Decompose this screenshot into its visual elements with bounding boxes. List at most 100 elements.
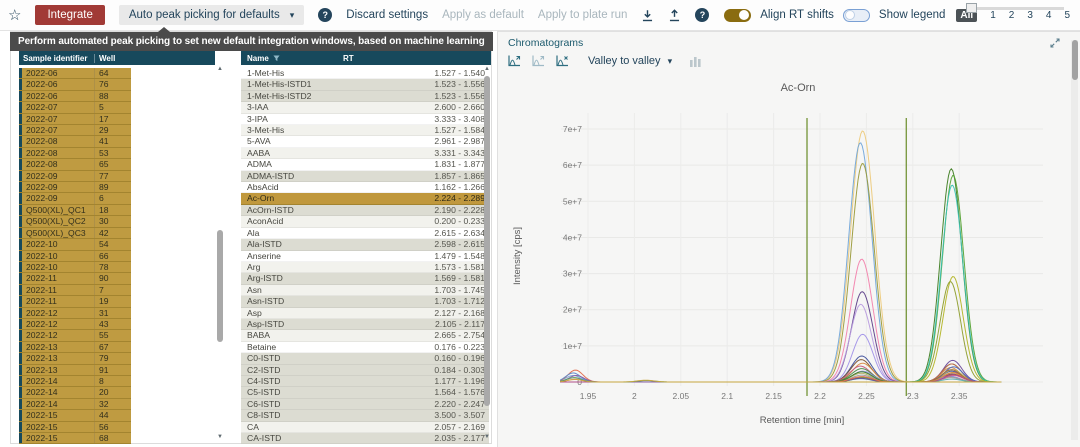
sample-table-row[interactable]: 2022-0664 <box>19 68 131 79</box>
metabolite-table-row[interactable]: AcOrn-ISTD2.190 - 2.228 <box>241 205 489 216</box>
scroll-down-arrow-icon[interactable]: ▼ <box>483 433 491 441</box>
sample-table-row[interactable]: 2022-0853 <box>19 148 131 159</box>
sample-table-row[interactable]: 2022-1379 <box>19 353 131 364</box>
upload-icon[interactable] <box>668 9 681 22</box>
scrollbar-thumb[interactable] <box>1072 40 1078 80</box>
zoom-peak-chart-icon[interactable] <box>554 54 571 69</box>
expand-panel-icon[interactable] <box>1050 38 1060 48</box>
sample-table-row[interactable]: 2022-1391 <box>19 365 131 376</box>
sample-table-row[interactable]: 2022-0688 <box>19 91 131 102</box>
scrollbar-thumb[interactable] <box>217 230 223 342</box>
metabolite-table-row[interactable]: C0-ISTD0.160 - 0.196 <box>241 353 489 364</box>
metabolite-table-row[interactable]: C8-ISTD3.500 - 3.507 <box>241 410 489 421</box>
sample-table-row[interactable]: 2022-0841 <box>19 136 131 147</box>
sample-table-row[interactable]: 2022-1078 <box>19 262 131 273</box>
metabolite-table-row[interactable]: Arg1.573 - 1.581 <box>241 262 489 273</box>
metabolite-table-row[interactable]: 1-Met-His-ISTD21.523 - 1.556 <box>241 91 489 102</box>
integrate-button[interactable]: Integrate <box>35 5 104 25</box>
chromatogram-count-option[interactable]: 5 <box>1064 10 1070 21</box>
align-rt-shifts-toggle[interactable] <box>724 9 751 22</box>
sample-table-row[interactable]: 2022-1231 <box>19 308 131 319</box>
scroll-up-arrow-icon[interactable]: ▲ <box>216 65 224 73</box>
metabolite-table-row[interactable]: C5-ISTD1.564 - 1.576 <box>241 387 489 398</box>
metabolite-table-row[interactable]: BABA2.665 - 2.754 <box>241 330 489 341</box>
metabolite-table-row[interactable]: ADMA-ISTD1.857 - 1.865 <box>241 171 489 182</box>
metabolite-table-row[interactable]: Ac-Orn2.224 - 2.289 <box>241 193 489 204</box>
sample-table-row[interactable]: 2022-117 <box>19 285 131 296</box>
scroll-up-arrow-icon[interactable]: ▲ <box>483 65 491 73</box>
sample-table-row[interactable]: 2022-1190 <box>19 273 131 284</box>
sample-table-row[interactable]: 2022-1066 <box>19 251 131 262</box>
metabolite-table-row[interactable]: C2-ISTD0.184 - 0.303 <box>241 365 489 376</box>
metabolite-table-header[interactable]: Name RT <box>241 51 491 65</box>
metabolite-table-row[interactable]: Ala-ISTD2.598 - 2.615 <box>241 239 489 250</box>
sample-table-row[interactable]: 2022-1568 <box>19 433 131 444</box>
sample-table-row[interactable]: 2022-1544 <box>19 410 131 421</box>
metabolite-table-row[interactable]: ADMA1.831 - 1.877 <box>241 159 489 170</box>
metabolite-table-row[interactable]: AABA3.331 - 3.343 <box>241 148 489 159</box>
favorite-star-icon[interactable]: ☆ <box>8 8 21 23</box>
name-column-header[interactable]: Name <box>241 54 341 63</box>
metabolite-table-row[interactable]: CA-ISTD2.035 - 2.177 <box>241 433 489 444</box>
sample-table-row[interactable]: 2022-1119 <box>19 296 131 307</box>
sample-table-row[interactable]: 2022-1054 <box>19 239 131 250</box>
metabolite-table-row[interactable]: Asn1.703 - 1.745 <box>241 285 489 296</box>
apply-as-default-button[interactable]: Apply as default <box>442 9 524 21</box>
sample-table-row[interactable]: 2022-0676 <box>19 79 131 90</box>
metabolite-table-row[interactable]: 3-IAA2.600 - 2.660 <box>241 102 489 113</box>
sample-table-row[interactable]: 2022-096 <box>19 193 131 204</box>
metabolite-table-row[interactable]: AconAcid0.200 - 0.233 <box>241 216 489 227</box>
slider-track[interactable] <box>966 7 1064 10</box>
well-column-header[interactable]: Well <box>94 54 115 63</box>
metabolite-table-row[interactable]: Asp2.127 - 2.168 <box>241 308 489 319</box>
sample-table-row[interactable]: Q500(XL)_QC342 <box>19 228 131 239</box>
apply-to-plate-run-button[interactable]: Apply to plate run <box>538 9 628 21</box>
sample-table-row[interactable]: 2022-1367 <box>19 342 131 353</box>
metabolite-table-row[interactable]: Asp-ISTD2.105 - 2.117 <box>241 319 489 330</box>
integration-mode-dropdown[interactable]: Valley to valley ▾ <box>588 55 672 67</box>
discard-settings-button[interactable]: Discard settings <box>346 9 428 21</box>
metabolite-table-row[interactable]: Ala2.615 - 2.634 <box>241 228 489 239</box>
sample-table-row[interactable]: 2022-0977 <box>19 171 131 182</box>
metabolite-table-row[interactable]: Anserine1.479 - 1.548 <box>241 251 489 262</box>
metabolite-table-row[interactable]: Arg-ISTD1.569 - 1.581 <box>241 273 489 284</box>
scroll-down-arrow-icon[interactable]: ▼ <box>216 433 224 441</box>
auto-peak-picking-dropdown[interactable]: Auto peak picking for defaults ▾ <box>119 5 304 25</box>
sample-table-row[interactable]: 2022-1255 <box>19 330 131 341</box>
metabolite-table-row[interactable]: 1-Met-His1.527 - 1.540 <box>241 68 489 79</box>
help-icon[interactable]: ? <box>318 8 332 22</box>
show-legend-toggle[interactable] <box>843 9 870 22</box>
help-icon[interactable]: ? <box>695 8 709 22</box>
metabolite-table-row[interactable]: AbsAcid1.162 - 1.266 <box>241 182 489 193</box>
zoom-default-chart-icon[interactable] <box>506 54 523 69</box>
metabolite-table-row[interactable]: 5-AVA2.961 - 2.987 <box>241 136 489 147</box>
sample-table-row[interactable]: 2022-1243 <box>19 319 131 330</box>
bar-chart-icon[interactable] <box>687 54 704 69</box>
rt-column-header[interactable]: RT <box>341 54 354 63</box>
metabolite-table-row[interactable]: Betaine0.176 - 0.223 <box>241 342 489 353</box>
sample-table-row[interactable]: Q500(XL)_QC118 <box>19 205 131 216</box>
scrollbar-thumb[interactable] <box>484 76 490 406</box>
metabolite-table-row[interactable]: Asn-ISTD1.703 - 1.712 <box>241 296 489 307</box>
sample-table-row[interactable]: 2022-148 <box>19 376 131 387</box>
sample-table-row[interactable]: 2022-0865 <box>19 159 131 170</box>
metabolite-table-row[interactable]: 3-IPA3.333 - 3.408 <box>241 114 489 125</box>
sample-table-row[interactable]: 2022-0729 <box>19 125 131 136</box>
metabolite-table-row[interactable]: 3-Met-His1.527 - 1.584 <box>241 125 489 136</box>
metabolite-table-row[interactable]: CA2.057 - 2.169 <box>241 422 489 433</box>
metabolite-table-row[interactable]: 1-Met-His-ISTD11.523 - 1.556 <box>241 79 489 90</box>
sample-table-row[interactable]: 2022-075 <box>19 102 131 113</box>
download-icon[interactable] <box>641 9 654 22</box>
sample-table-header[interactable]: Sample identifier Well <box>19 51 215 65</box>
sample-table-row[interactable]: Q500(XL)_QC230 <box>19 216 131 227</box>
metabolite-table-row[interactable]: C4-ISTD1.177 - 1.196 <box>241 376 489 387</box>
sample-table-row[interactable]: 2022-1556 <box>19 422 131 433</box>
sample-table-row[interactable]: 2022-1420 <box>19 387 131 398</box>
sample-table-row[interactable]: 2022-0989 <box>19 182 131 193</box>
filter-funnel-icon[interactable] <box>273 55 280 62</box>
sample-table-row[interactable]: 2022-0717 <box>19 114 131 125</box>
sample-table-row[interactable]: 2022-1432 <box>19 399 131 410</box>
sample-identifier-column-header[interactable]: Sample identifier <box>19 54 94 63</box>
metabolite-table-row[interactable]: C6-ISTD2.220 - 2.247 <box>241 399 489 410</box>
slider-handle[interactable] <box>966 3 977 13</box>
